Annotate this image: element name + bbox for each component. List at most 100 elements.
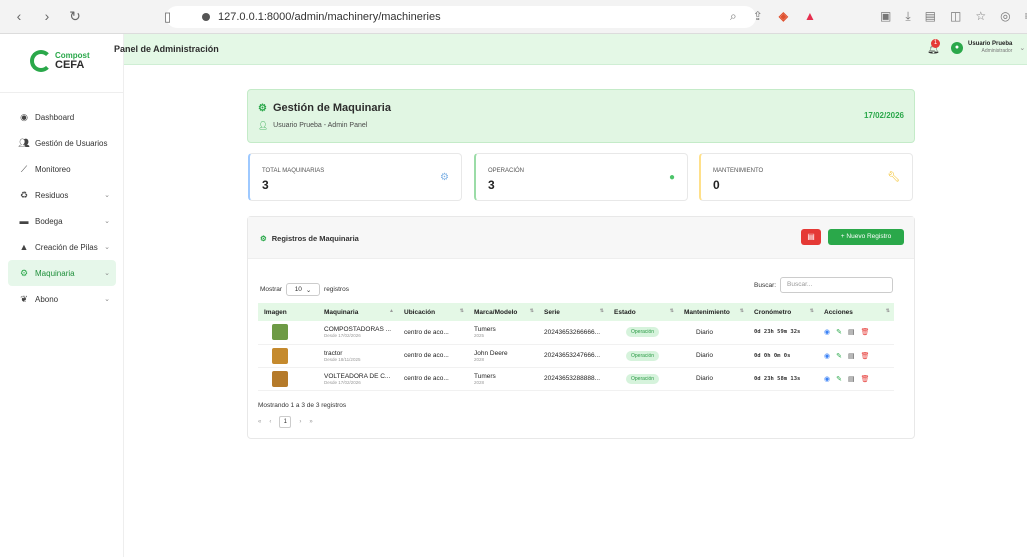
- banner-date: 17/02/2026: [863, 111, 904, 120]
- address-bar[interactable]: ▯ 127.0.0.1:8000/admin/machinery/machine…: [164, 6, 756, 28]
- wrench-icon: 🔧︎: [887, 172, 900, 183]
- panel-header: ⚙ Registros de Maquinaria ▤ + Nuevo Regi…: [248, 217, 914, 259]
- download-icon[interactable]: ⤓: [905, 9, 910, 24]
- brave-rewards-icon[interactable]: ▲: [804, 9, 816, 24]
- sidebar: Compost CEFA ◉ Dashboard 👥︎ Gestión de Usu…: [0, 34, 124, 557]
- chevron-down-icon: ⌄: [104, 192, 110, 199]
- col-cronometro[interactable]: Cronómetro ⇅: [748, 303, 818, 321]
- sidebar-item-monitoreo[interactable]: ⟋ Monitoreo: [8, 156, 116, 182]
- cell-status: Operación: [608, 344, 678, 368]
- page-banner: ⚙ Gestión de Maquinaria 👤︎ Usuario Prueb…: [247, 89, 915, 143]
- page-prev[interactable]: ‹: [269, 419, 271, 425]
- sidebar-toggle-icon[interactable]: ▤: [925, 9, 936, 24]
- sidebar-item-residuos[interactable]: ♻ Residuos ⌄: [8, 182, 116, 208]
- bookmark-icon[interactable]: ▯: [164, 9, 171, 25]
- cell-serial: 20243653247666...: [538, 344, 608, 368]
- forward-icon[interactable]: ›: [40, 8, 54, 25]
- page-first[interactable]: «: [258, 419, 261, 425]
- page-length: Mostrar 10 ⌄ registros: [260, 283, 349, 296]
- page-next[interactable]: ›: [299, 419, 301, 425]
- chevron-down-icon: ⌄: [1019, 44, 1026, 52]
- tabs-icon[interactable]: ◫: [950, 9, 961, 24]
- records-panel: ⚙ Registros de Maquinaria ▤ + Nuevo Regi…: [247, 216, 915, 439]
- stat-label: OPERACIÓN: [488, 168, 525, 174]
- sidebar-item-users[interactable]: 👥︎ Gestión de Usuarios: [8, 130, 116, 156]
- sidebar-item-pilas[interactable]: ▲ Creación de Pilas ⌄: [8, 234, 116, 260]
- pdf-icon[interactable]: ▤: [848, 328, 855, 336]
- sidebar-item-label: Dashboard: [35, 112, 75, 122]
- banner-title: Gestión de Maquinaria: [272, 102, 391, 114]
- pdf-icon[interactable]: ▤: [848, 375, 855, 383]
- col-estado[interactable]: Estado ⇅: [608, 303, 678, 321]
- trash-icon[interactable]: 🗑︎: [861, 352, 870, 360]
- page-title: Panel de Administración: [114, 44, 219, 54]
- column-label: Imagen: [264, 308, 287, 316]
- page-length-select[interactable]: 10 ⌄: [286, 283, 321, 296]
- trash-icon[interactable]: 🗑︎: [861, 375, 870, 383]
- cell-actions: ◉ ✎ ▤ 🗑︎: [818, 321, 894, 345]
- stat-value: 0: [713, 178, 720, 192]
- cell-serial: 20243653288888...: [538, 367, 608, 391]
- col-marca[interactable]: Marca/Modelo ⇅: [468, 303, 538, 321]
- col-mantenimiento[interactable]: Mantenimiento ⇅: [678, 303, 748, 321]
- edit-icon[interactable]: ✎: [836, 352, 842, 360]
- url-text[interactable]: 127.0.0.1:8000/admin/machinery/machineri…: [218, 11, 441, 23]
- pile-icon: ▲: [19, 242, 29, 252]
- cell-machine: tractor Desde 18/11/2025: [318, 344, 398, 368]
- wallet-icon[interactable]: ◎: [1000, 9, 1010, 24]
- cell-brand: John Deere 2028: [468, 344, 538, 368]
- favorites-icon[interactable]: ☆: [975, 9, 986, 24]
- cell-timer: 0d 0h 0m 0s: [748, 344, 818, 368]
- col-acciones[interactable]: Acciones ⇅: [818, 303, 894, 321]
- sidebar-item-abono[interactable]: ❦ Abono ⌄: [8, 286, 116, 312]
- row-actions: ◉ ✎ ▤ 🗑︎: [824, 328, 894, 336]
- share-icon[interactable]: ⇪: [753, 9, 763, 24]
- cogs-icon: ⚙: [19, 267, 29, 278]
- col-ubicacion[interactable]: Ubicación ⇅: [398, 303, 468, 321]
- sidebar-item-maquinaria[interactable]: ⚙ Maquinaria ⌄: [8, 260, 116, 286]
- page-number[interactable]: 1: [279, 416, 292, 428]
- page-last[interactable]: »: [309, 419, 312, 425]
- seedling-icon: ❦: [20, 293, 28, 304]
- cogs-icon: ⚙: [260, 234, 267, 243]
- edit-icon[interactable]: ✎: [836, 328, 842, 336]
- brave-shield-icon[interactable]: ◈: [779, 9, 788, 24]
- user-menu[interactable]: ● Usuario Prueba Administrador ⌄: [951, 41, 1025, 54]
- edit-icon[interactable]: ✎: [836, 375, 842, 383]
- extensions-icon[interactable]: ▣: [880, 9, 891, 24]
- brand: John Deere: [474, 349, 508, 357]
- location: centro de aco...: [404, 328, 449, 336]
- cell-status: Operación: [608, 367, 678, 391]
- new-record-button[interactable]: + Nuevo Registro: [828, 229, 904, 245]
- reload-icon[interactable]: ↻: [68, 8, 82, 25]
- col-serie[interactable]: Serie ⇅: [538, 303, 608, 321]
- view-icon[interactable]: ◉: [824, 375, 830, 383]
- export-pdf-button[interactable]: ▤: [801, 229, 821, 245]
- sidebar-item-label: Bodega: [35, 216, 63, 226]
- trash-icon[interactable]: 🗑︎: [861, 328, 870, 336]
- notification-bell-icon[interactable]: 🔔︎ 1: [927, 39, 940, 55]
- machine-thumbnail: [272, 324, 288, 341]
- logo[interactable]: Compost CEFA: [30, 50, 90, 72]
- search-input[interactable]: Buscar...: [780, 277, 894, 293]
- status-badge: Operación: [626, 373, 660, 384]
- sidebar-item-bodega[interactable]: ▬ Bodega ⌄: [8, 208, 116, 234]
- cell-timer: 0d 23h 59m 32s: [748, 321, 818, 345]
- sidebar-menu: ◉ Dashboard 👥︎ Gestión de Usuarios ⟋ Monito…: [0, 104, 124, 312]
- col-imagen[interactable]: Imagen: [258, 303, 318, 321]
- chevron-down-icon: ⌄: [104, 218, 110, 225]
- view-icon[interactable]: ◉: [824, 328, 830, 336]
- site-info-icon[interactable]: [202, 13, 210, 21]
- panel-title: Registros de Maquinaria: [271, 234, 359, 243]
- view-icon[interactable]: ◉: [824, 352, 830, 360]
- cell-maintenance: Diario: [678, 321, 748, 345]
- cell-machine: VOLTEADORA DE C... Desde 17/02/2026: [318, 367, 398, 391]
- cell-actions: ◉ ✎ ▤ 🗑︎: [818, 344, 894, 368]
- table-info: Mostrando 1 a 3 de 3 registros: [258, 402, 347, 409]
- sidebar-item-dashboard[interactable]: ◉ Dashboard: [8, 104, 116, 130]
- col-maquinaria[interactable]: Maquinaria ▲: [318, 303, 398, 321]
- zoom-icon[interactable]: ⌕: [730, 9, 737, 24]
- back-icon[interactable]: ‹: [12, 8, 26, 25]
- pdf-icon[interactable]: ▤: [848, 352, 855, 360]
- panel-title-row: ⚙ Registros de Maquinaria: [260, 234, 359, 243]
